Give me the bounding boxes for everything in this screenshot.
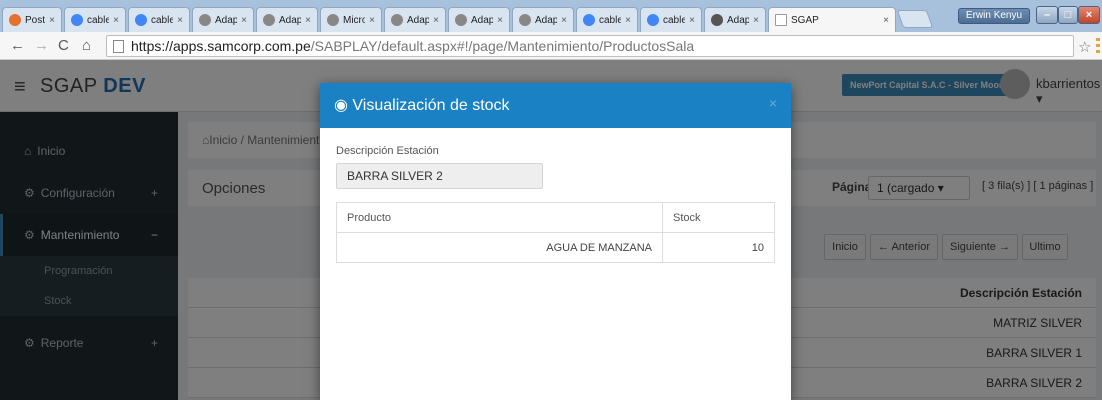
table-row[interactable]: AGUA DE MANZANA 10 (336, 232, 775, 263)
google-icon (135, 14, 147, 26)
modal-header: ◉ Visualización de stock × (320, 83, 791, 128)
close-icon[interactable]: × (497, 15, 503, 26)
browser-tab[interactable]: Micro × (320, 7, 382, 32)
table-header-row: Producto Stock (336, 202, 775, 233)
close-icon[interactable]: × (689, 15, 695, 26)
browser-tab[interactable]: Adapt× (384, 7, 446, 32)
tab-label: Adapt (471, 14, 494, 26)
new-tab-button[interactable] (896, 10, 934, 28)
url-host: https://apps.samcorp.com.pe (131, 38, 311, 54)
site-icon (391, 14, 403, 26)
browser-tab[interactable]: Adapt× (448, 7, 510, 32)
close-icon[interactable]: × (369, 15, 375, 26)
stock-table: Producto Stock AGUA DE MANZANA 10 (336, 202, 775, 263)
minimize-icon[interactable]: – (1036, 6, 1058, 24)
tab-label: Adapt (407, 14, 430, 26)
close-icon[interactable]: × (433, 15, 439, 26)
close-icon[interactable]: × (753, 15, 759, 26)
browser-tab[interactable]: cable × (640, 7, 702, 32)
browser-tab[interactable]: Adapt× (512, 7, 574, 32)
modal-title: ◉ Visualización de stock (334, 95, 510, 115)
address-bar: ← → C ⌂ https://apps.samcorp.com.pe/SABP… (0, 32, 1102, 60)
google-icon (647, 14, 659, 26)
tab-label: Adapt (215, 14, 238, 26)
browser-user-chip[interactable]: Erwin Kenyu (958, 8, 1030, 24)
tab-label: Micro (343, 14, 366, 26)
site-icon (519, 14, 531, 26)
close-icon[interactable]: × (883, 15, 889, 26)
close-icon[interactable]: × (49, 15, 55, 26)
bookmark-star-icon[interactable]: ☆ (1078, 38, 1091, 56)
eye-icon: ◉ (334, 97, 348, 114)
browser-tab[interactable]: Postm× (2, 7, 62, 32)
tab-label: Adapt (535, 14, 558, 26)
close-icon[interactable]: × (305, 15, 311, 26)
close-icon[interactable]: × (625, 15, 631, 26)
close-icon[interactable]: × (561, 15, 567, 26)
cell-stock: 10 (662, 232, 775, 263)
tab-label: cable (87, 14, 110, 26)
browser-tab[interactable]: cable × (128, 7, 190, 32)
browser-tab[interactable]: Adapt× (256, 7, 318, 32)
close-window-icon[interactable]: × (1078, 6, 1100, 24)
tab-label: cable (663, 14, 686, 26)
home-icon[interactable]: ⌂ (82, 37, 91, 54)
close-icon[interactable]: × (113, 15, 119, 26)
close-icon[interactable]: × (769, 95, 777, 111)
station-field: BARRA SILVER 2 (336, 163, 543, 189)
tab-label: Postm (25, 14, 46, 26)
site-icon (711, 14, 723, 26)
page-icon (113, 40, 124, 53)
site-icon (199, 14, 211, 26)
browser-tabstrip: Postm× cable× cable× Adapt× Adapt× Micro… (0, 0, 1102, 32)
google-icon (71, 14, 83, 26)
browser-tab[interactable]: cable × (576, 7, 638, 32)
page-icon (775, 14, 787, 26)
stock-modal: ◉ Visualización de stock × Descripción E… (320, 83, 791, 400)
station-label: Descripción Estación (336, 145, 439, 157)
postman-icon (9, 14, 21, 26)
back-arrow-icon[interactable]: ← (10, 37, 25, 54)
browser-tab[interactable]: cable × (64, 7, 126, 32)
cell-producto: AGUA DE MANZANA (336, 232, 663, 263)
browser-menu-icon[interactable] (1096, 38, 1100, 53)
close-icon[interactable]: × (241, 15, 247, 26)
column-header-stock: Stock (662, 202, 775, 233)
reload-icon[interactable]: C (58, 37, 69, 54)
url-field[interactable]: https://apps.samcorp.com.pe/SABPLAY/defa… (106, 35, 1074, 57)
site-icon (327, 14, 339, 26)
tab-label: Adapt (727, 14, 750, 26)
browser-tab[interactable]: Adapt× (704, 7, 766, 32)
browser-tab[interactable]: Adapt× (192, 7, 254, 32)
tab-label: cable (151, 14, 174, 26)
column-header-producto: Producto (336, 202, 663, 233)
maximize-icon[interactable]: □ (1058, 6, 1078, 24)
close-icon[interactable]: × (177, 15, 183, 26)
tab-label: Adapt (279, 14, 302, 26)
tab-label: cable (599, 14, 622, 26)
site-icon (263, 14, 275, 26)
modal-title-text: Visualización de stock (352, 97, 510, 114)
browser-tab-active[interactable]: SGAP × (768, 7, 896, 32)
google-icon (583, 14, 595, 26)
forward-arrow-icon[interactable]: → (34, 37, 49, 54)
url-path: /SABPLAY/default.aspx#!/page/Mantenimien… (310, 38, 695, 54)
tab-label: SGAP (791, 14, 819, 26)
site-icon (455, 14, 467, 26)
